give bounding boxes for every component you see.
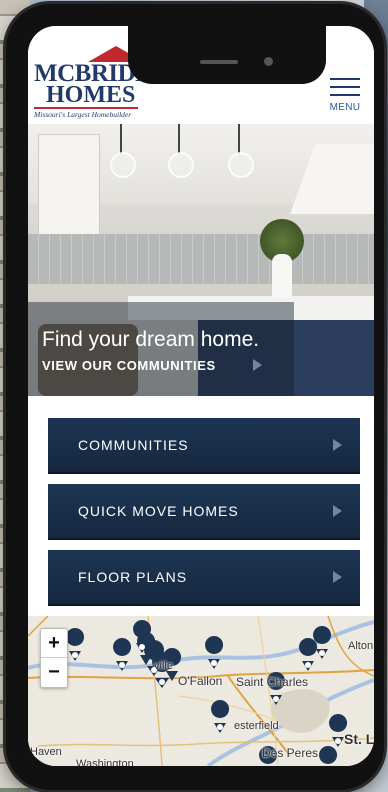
primary-nav-buttons: COMMUNITIES QUICK MOVE HOMES FLOOR PLANS bbox=[48, 418, 360, 616]
hero-banner: Find your dream home. VIEW OUR COMMUNITI… bbox=[28, 124, 374, 396]
map-place-label: esterfield bbox=[234, 720, 279, 732]
hamburger-icon-bar bbox=[330, 94, 360, 96]
map-zoom-control: + − bbox=[40, 628, 68, 688]
nav-button-label: QUICK MOVE HOMES bbox=[78, 503, 239, 519]
hero-image-backsplash bbox=[28, 234, 374, 284]
pendant-light-glass bbox=[228, 152, 254, 178]
play-arrow-icon bbox=[253, 359, 262, 371]
floor-plans-button[interactable]: FLOOR PLANS bbox=[48, 550, 360, 604]
communities-map[interactable]: ville O'Fallon Saint Charles Alton ester… bbox=[28, 616, 374, 766]
phone-notch bbox=[128, 26, 326, 84]
mcbride-logo[interactable]: MCBRIDE HOMES Missouri's Largest Homebui… bbox=[34, 60, 152, 119]
map-place-label: Washington bbox=[76, 758, 134, 766]
hamburger-icon-bar bbox=[330, 86, 360, 88]
phone-frame: MCBRIDE HOMES Missouri's Largest Homebui… bbox=[6, 4, 384, 790]
pendant-light bbox=[238, 124, 240, 154]
nav-button-label: COMMUNITIES bbox=[78, 437, 189, 453]
play-arrow-icon bbox=[333, 439, 342, 451]
play-arrow-icon bbox=[333, 505, 342, 517]
play-arrow-icon bbox=[333, 571, 342, 583]
menu-label: MENU bbox=[329, 102, 361, 113]
hamburger-icon bbox=[330, 78, 360, 80]
map-place-label: O'Fallon bbox=[178, 674, 223, 688]
map-place-label: ville bbox=[154, 660, 173, 672]
view-communities-link[interactable]: VIEW OUR COMMUNITIES bbox=[42, 358, 216, 373]
map-place-label: Haven bbox=[30, 746, 62, 758]
quick-move-homes-button[interactable]: QUICK MOVE HOMES bbox=[48, 484, 360, 538]
zoom-out-button[interactable]: − bbox=[41, 658, 67, 686]
zoom-in-button[interactable]: + bbox=[41, 629, 67, 657]
logo-tagline: Missouri's Largest Homebuilder bbox=[34, 110, 132, 119]
map-place-label: Des Peres bbox=[262, 746, 319, 760]
hero-heading: Find your dream home. bbox=[42, 328, 260, 351]
pendant-light bbox=[178, 124, 180, 154]
map-tiles bbox=[28, 616, 374, 766]
pendant-light-glass bbox=[168, 152, 194, 178]
map-place-label: Alton bbox=[348, 640, 374, 652]
logo-line2: HOMES bbox=[46, 82, 136, 108]
hero-image-cabinet-left bbox=[38, 134, 100, 246]
camera-icon bbox=[264, 57, 273, 66]
pendant-light bbox=[120, 124, 122, 154]
menu-button[interactable]: MENU bbox=[328, 78, 362, 118]
pendant-light-glass bbox=[110, 152, 136, 178]
map-place-label: St. Lou bbox=[344, 731, 374, 747]
logo-line1: MCBRIDE bbox=[34, 60, 152, 87]
hero-image-vase bbox=[272, 254, 292, 298]
speaker-grille bbox=[200, 60, 238, 64]
phone-screen: MCBRIDE HOMES Missouri's Largest Homebui… bbox=[28, 26, 374, 766]
communities-button[interactable]: COMMUNITIES bbox=[48, 418, 360, 472]
map-place-label: Saint Charles bbox=[236, 675, 309, 689]
nav-button-label: FLOOR PLANS bbox=[78, 569, 188, 585]
